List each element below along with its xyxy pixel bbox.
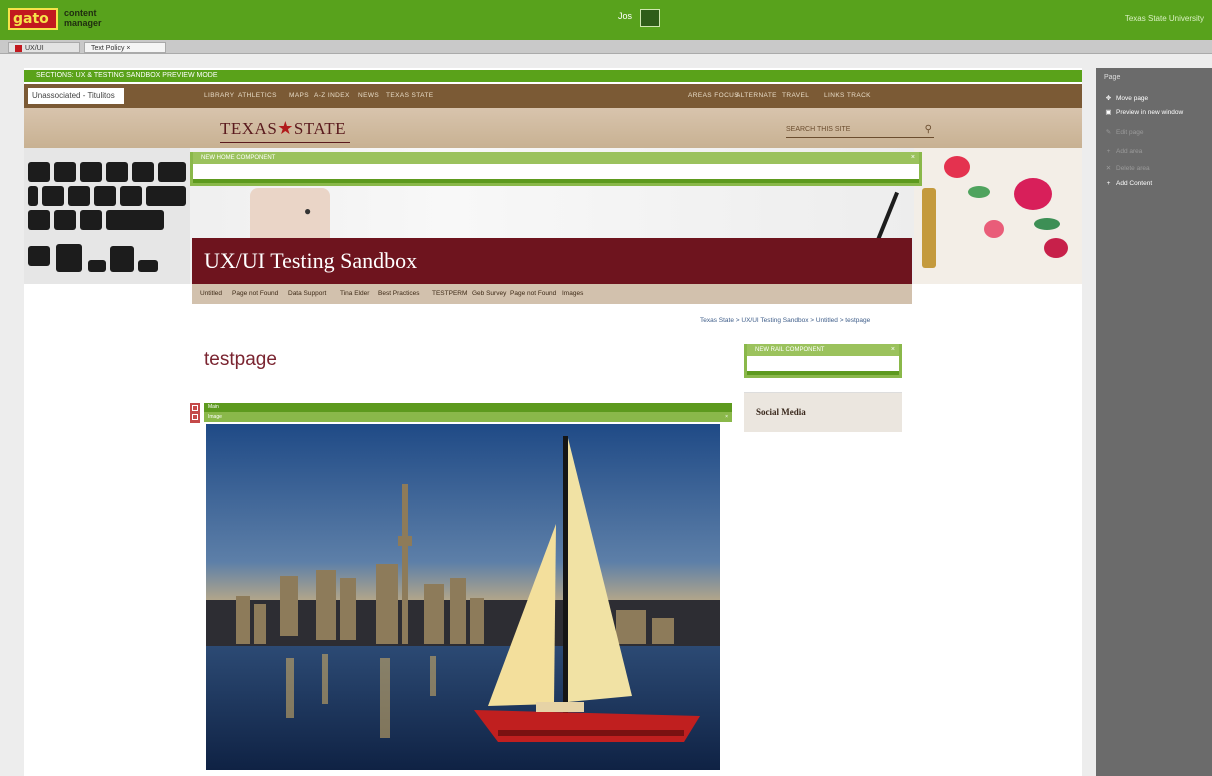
preview-icon: ▣: [1105, 109, 1112, 116]
calendar-icon[interactable]: [640, 9, 660, 27]
add-content-icon: +: [1106, 180, 1111, 187]
area-edit-bar[interactable]: Main: [204, 403, 732, 412]
action-label: Delete area: [1116, 165, 1150, 172]
nav-link[interactable]: ALTERNATE: [736, 92, 777, 99]
logo-word-left: TEXAS: [220, 119, 278, 138]
close-icon[interactable]: ×: [891, 344, 895, 356]
tab-strip: UX/UI Text Policy ×: [0, 40, 1212, 54]
site-nav: Unassociated - Titulitos LIBRARY ATHLETI…: [24, 84, 1082, 108]
logo-mark: gato: [8, 8, 58, 30]
page-title: testpage: [204, 349, 277, 370]
subnav-link[interactable]: Untitled: [200, 290, 222, 297]
hero-edit-bar[interactable]: NEW HOME COMPONENT ×: [190, 152, 922, 186]
tab-label: Text Policy: [91, 45, 125, 52]
site-search-input[interactable]: SEARCH THIS SITE ⚲: [786, 122, 934, 138]
breadcrumb[interactable]: Texas State > UX/UI Testing Sandbox > Un…: [700, 317, 870, 324]
delete-area-action[interactable]: ✕ Delete area: [1104, 164, 1150, 172]
action-label: Preview in new window: [1116, 109, 1184, 116]
gato-logo[interactable]: gato content manager: [8, 6, 124, 32]
tab-text-policy[interactable]: Text Policy ×: [84, 42, 166, 53]
action-label: Edit page: [1116, 129, 1144, 136]
edit-bar-strip: [193, 179, 919, 183]
site-subnav: Untitled Page not Found Data Support Tin…: [192, 284, 912, 304]
subnav-link[interactable]: Geb Survey: [472, 290, 506, 297]
subnav-link[interactable]: Images: [562, 290, 583, 297]
logo-underline: [220, 142, 350, 143]
rail-edit-strip: [747, 371, 899, 375]
tab-label: UX/UI: [25, 45, 44, 52]
search-placeholder: SEARCH THIS SITE: [786, 126, 851, 133]
edit-page-action[interactable]: ✎ Edit page: [1104, 128, 1144, 136]
nav-link[interactable]: LINKS TRACK: [824, 92, 871, 99]
close-icon[interactable]: ×: [911, 152, 915, 164]
nav-link[interactable]: A-Z INDEX: [314, 92, 350, 99]
nav-link[interactable]: LIBRARY: [204, 92, 235, 99]
block-move-handle[interactable]: [190, 403, 200, 423]
nav-link[interactable]: AREAS FOCUS: [688, 92, 739, 99]
action-label: Add Content: [1116, 180, 1153, 187]
subnav-link[interactable]: Page not Found: [232, 290, 278, 297]
delete-icon: ✕: [1105, 165, 1112, 172]
app-header: gato content manager Jos Texas State Uni…: [0, 0, 1212, 40]
add-area-action[interactable]: + Add area: [1104, 148, 1143, 155]
keyboard-image: [24, 148, 190, 284]
move-page-action[interactable]: ✥ Move page: [1104, 94, 1148, 102]
logo-text: gato: [13, 11, 49, 27]
nav-link[interactable]: ATHLETICS: [238, 92, 277, 99]
user-label[interactable]: Jos: [618, 11, 632, 21]
nav-link[interactable]: TEXAS STATE: [386, 92, 434, 99]
header-right-text[interactable]: Texas State University: [1125, 14, 1204, 23]
subnav-link[interactable]: Best Practices: [378, 290, 420, 297]
component-label: Image: [208, 414, 222, 420]
edit-icon: ✎: [1105, 129, 1112, 136]
social-media-box: Social Media: [744, 392, 902, 432]
panel-header: Page: [1104, 74, 1121, 81]
tab-uxui[interactable]: UX/UI: [8, 42, 80, 53]
component-edit-bar[interactable]: Image ×: [204, 412, 732, 422]
rail-edit-bar[interactable]: NEW RAIL COMPONENT ×: [744, 344, 902, 378]
search-icon[interactable]: ⚲: [925, 122, 932, 138]
tab-close-icon[interactable]: ×: [126, 45, 130, 52]
site-title: UX/UI Testing Sandbox: [192, 238, 912, 284]
apple-logo-icon: ●: [304, 204, 312, 218]
nav-link[interactable]: TRAVEL: [782, 92, 809, 99]
action-label: Move page: [1116, 95, 1149, 102]
floral-notebook-image: [914, 148, 1082, 284]
page-actions-panel: Page ✥ Move page ▣ Preview in new window ✎…: [1096, 68, 1212, 776]
rail-edit-label: NEW RAIL COMPONENT: [747, 344, 899, 356]
texas-state-logo[interactable]: TEXAS★STATE: [220, 118, 346, 139]
edit-bar-label: NEW HOME COMPONENT: [193, 152, 919, 164]
nav-link[interactable]: NEWS: [358, 92, 379, 99]
subnav-link[interactable]: Page not Found: [510, 290, 556, 297]
subnav-link[interactable]: Tina Elder: [340, 290, 369, 297]
star-icon: ★: [277, 118, 294, 138]
social-media-heading: Social Media: [756, 407, 806, 417]
sailboat-photo: [206, 424, 720, 770]
unit-selector[interactable]: Unassociated - Titulitos: [28, 88, 124, 104]
sailboat-illustration: [206, 424, 720, 770]
preview-action[interactable]: ▣ Preview in new window: [1104, 108, 1183, 116]
move-icon: ✥: [1105, 95, 1112, 102]
subnav-link[interactable]: Data Support: [288, 290, 326, 297]
preview-bar: SECTIONS: UX & TESTING SANDBOX PREVIEW M…: [24, 70, 1082, 82]
subnav-link[interactable]: TESTPERM: [432, 290, 467, 297]
add-content-action[interactable]: + Add Content: [1104, 180, 1153, 187]
nav-link[interactable]: MAPS: [289, 92, 309, 99]
add-icon: +: [1106, 148, 1111, 155]
site-brand-bar: TEXAS★STATE SEARCH THIS SITE ⚲: [24, 108, 1082, 148]
close-icon[interactable]: ×: [725, 412, 728, 422]
page-icon: [15, 44, 22, 52]
action-label: Add area: [1116, 148, 1143, 155]
logo-word-right: STATE: [293, 119, 347, 138]
logo-tagline: content manager: [64, 8, 102, 28]
